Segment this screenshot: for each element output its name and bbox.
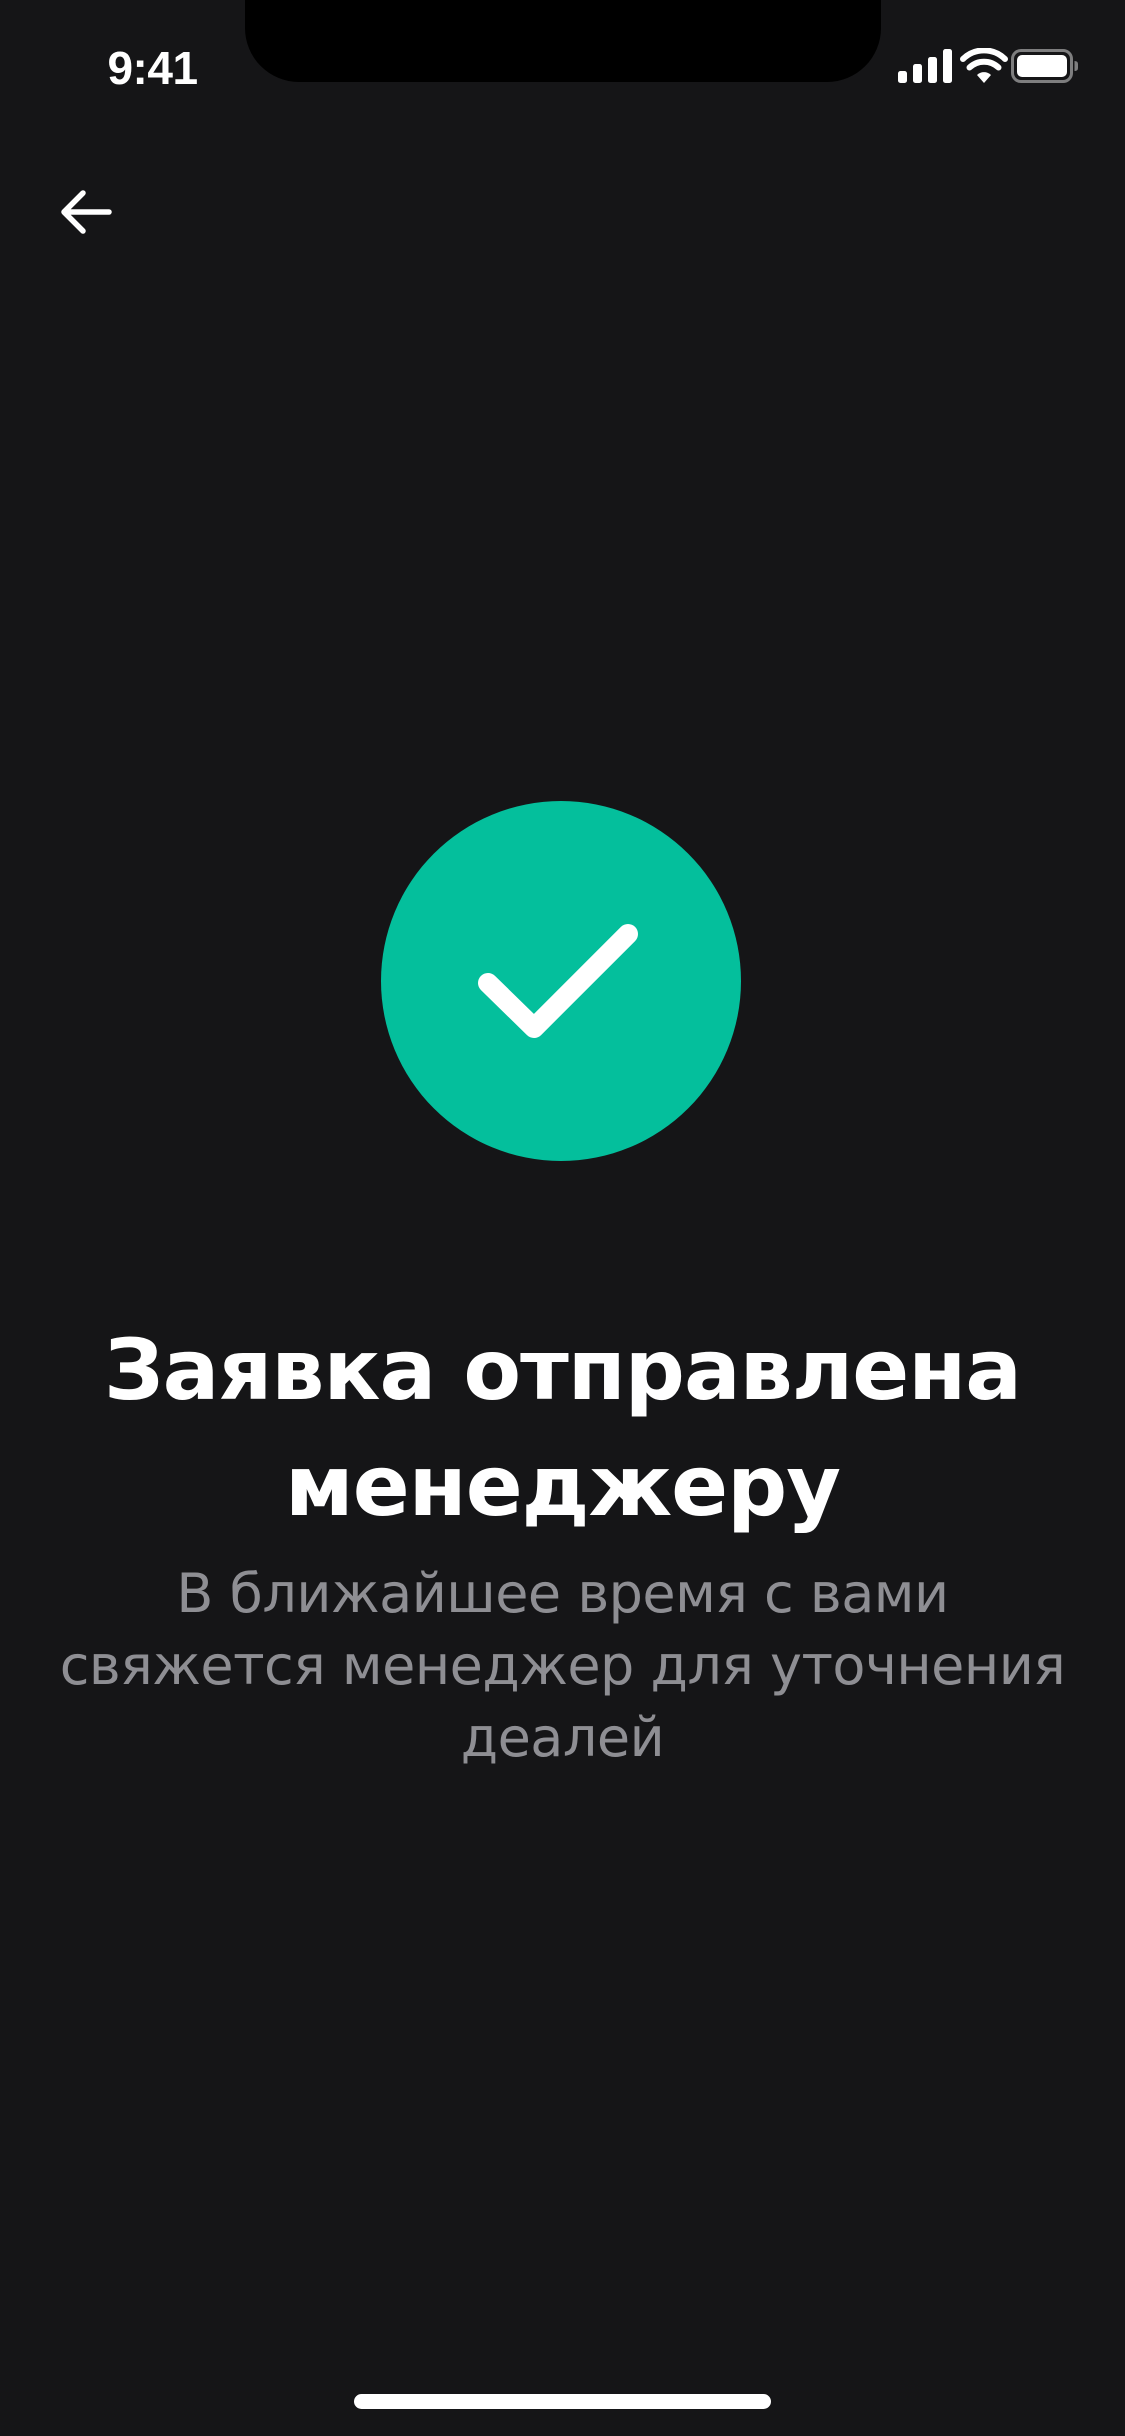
wifi-icon — [960, 48, 1008, 83]
cellular-signal-icon — [898, 49, 952, 83]
device-notch — [245, 0, 881, 82]
success-circle — [381, 801, 741, 1161]
home-indicator[interactable] — [354, 2394, 771, 2409]
success-subtitle: В ближайшее время с вами свяжется менедж… — [59, 1562, 1066, 1769]
status-bar: 9:41 — [0, 0, 1125, 132]
back-button[interactable] — [44, 170, 128, 254]
checkmark-icon — [478, 924, 638, 1038]
battery-icon — [1011, 49, 1078, 83]
success-title: Заявка отправлена менеджеру — [103, 1321, 1022, 1535]
arrow-left-icon — [61, 190, 112, 234]
